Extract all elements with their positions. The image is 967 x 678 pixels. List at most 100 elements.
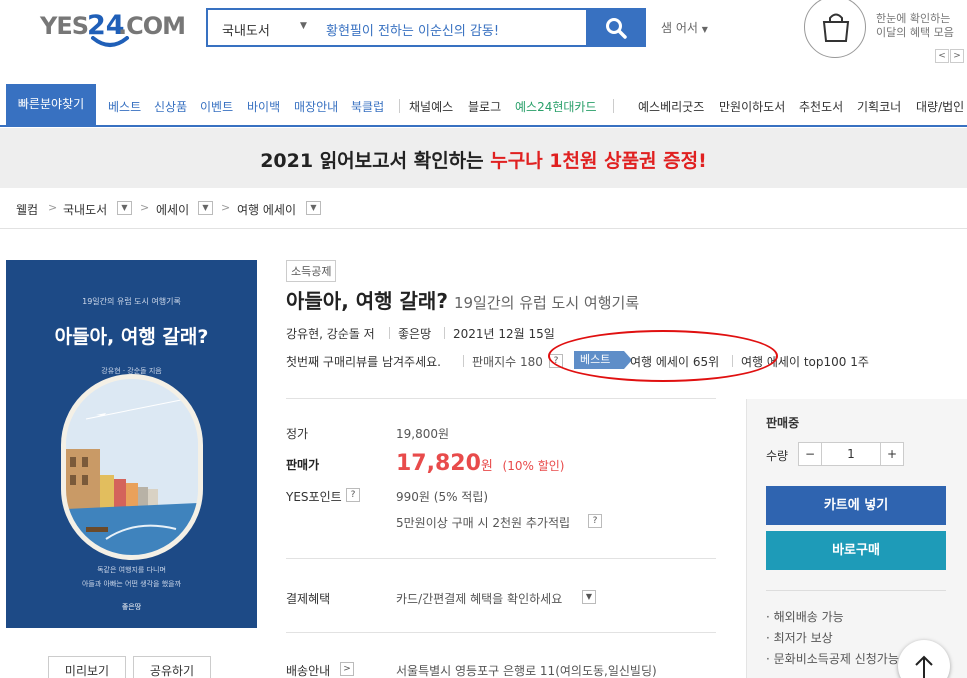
event-banner-text: 2021 읽어보고서 확인하는 누구나 1천원 상품권 증정! bbox=[0, 146, 967, 173]
breadcrumb-dropdown-icon[interactable]: ▼ bbox=[198, 201, 213, 215]
quantity-label: 수량 bbox=[766, 449, 789, 463]
quantity-plus-button[interactable]: + bbox=[880, 442, 904, 466]
write-review-link[interactable]: 첫번째 구매리뷰를 남겨주세요. bbox=[286, 353, 441, 370]
promo-next-button[interactable]: > bbox=[950, 49, 964, 63]
chevron-down-icon: ▼ bbox=[701, 25, 708, 34]
points-value: 990원 (5% 적립) bbox=[396, 490, 489, 504]
banner-text-red: 누구나 1천원 상품권 증정! bbox=[490, 150, 707, 172]
nav-item-hyundai-card[interactable]: 예스24현대카드 bbox=[515, 98, 597, 115]
book-title: 아들아, 여행 갈래? 19일간의 유럽 도시 여행기록 bbox=[286, 285, 639, 314]
buy-now-button[interactable]: 바로구매 bbox=[766, 531, 946, 570]
meta-separator bbox=[444, 327, 445, 339]
venice-illustration-icon bbox=[66, 379, 198, 555]
nav-item-event[interactable]: 이벤트 bbox=[200, 98, 233, 115]
promo-line2: 이달의 혜택 모음 bbox=[876, 26, 954, 39]
nav-item-best[interactable]: 베스트 bbox=[108, 98, 141, 115]
book-subtitle: 19일간의 유럽 도시 여행기록 bbox=[453, 294, 640, 312]
nav-separator bbox=[613, 99, 614, 113]
sam-menu[interactable]: 샘 어서 ▼ bbox=[661, 19, 708, 36]
sale-price-unit: 원 bbox=[480, 459, 493, 474]
payment-benefit-dropdown-icon[interactable]: ▼ bbox=[582, 590, 596, 604]
breadcrumb-domestic[interactable]: 국내도서 bbox=[63, 201, 107, 218]
author-link[interactable]: 강유현, 강순돌 저 bbox=[286, 325, 375, 342]
quick-category-button[interactable]: 빠른분야찾기 bbox=[6, 84, 96, 127]
meta-separator bbox=[463, 355, 464, 367]
panel-divider bbox=[766, 590, 946, 591]
breadcrumb-chevron-icon: > bbox=[48, 201, 58, 214]
publisher-link[interactable]: 좋은땅 bbox=[398, 325, 431, 342]
breadcrumb-chevron-icon: > bbox=[140, 201, 150, 214]
search-category-arrow-icon[interactable]: ▼ bbox=[300, 21, 307, 31]
share-button[interactable]: 공유하기 bbox=[133, 656, 211, 678]
sale-price-label: 판매가 bbox=[286, 458, 320, 472]
sam-menu-label: 샘 어서 bbox=[661, 21, 698, 35]
book-title-text: 아들아, 여행 갈래? bbox=[286, 289, 448, 313]
nav-item-bulk[interactable]: 대량/법인 bbox=[916, 98, 964, 115]
search-input[interactable]: 황현필이 전하는 이순신의 감동! bbox=[326, 20, 499, 39]
breadcrumb-travel-essay[interactable]: 여행 에세이 bbox=[237, 201, 296, 218]
nav-item-bookclub[interactable]: 북클럽 bbox=[351, 98, 384, 115]
shopping-bag-icon bbox=[822, 13, 850, 42]
payment-benefit-value: 카드/간편결제 혜택을 확인하세요 bbox=[396, 592, 563, 606]
shipping-label: 배송안내 bbox=[286, 664, 331, 678]
banner-text-black: 2021 읽어보고서 확인하는 bbox=[260, 150, 491, 172]
breadcrumb-chevron-icon: > bbox=[221, 201, 231, 214]
publish-date: 2021년 12월 15일 bbox=[453, 327, 555, 341]
yes24-logo[interactable]: YES 24 .COM bbox=[40, 6, 186, 50]
nav-item-recommended[interactable]: 추천도서 bbox=[799, 98, 843, 115]
benefit-bag-link[interactable] bbox=[804, 0, 866, 58]
shipping-address: 서울특별시 영등포구 은행로 11(여의도동,일신빌딩) bbox=[396, 664, 657, 678]
sale-price-value: 17,820 bbox=[396, 451, 481, 476]
nav-item-buyback[interactable]: 바이백 bbox=[247, 98, 280, 115]
nav-item-planning[interactable]: 기획코너 bbox=[857, 98, 901, 115]
breadcrumb-divider bbox=[0, 228, 967, 229]
sale-discount: (10% 할인) bbox=[502, 459, 565, 473]
logo-yes: YES bbox=[40, 12, 89, 40]
nav-item-channel-yes[interactable]: 채널예스 bbox=[409, 98, 453, 115]
quantity-input[interactable]: 1 bbox=[821, 442, 881, 466]
search-button[interactable] bbox=[586, 8, 646, 47]
extra-points-help-icon[interactable]: ? bbox=[588, 514, 602, 528]
event-banner[interactable]: 2021 읽어보고서 확인하는 누구나 1천원 상품권 증정! bbox=[0, 128, 967, 188]
preview-button[interactable]: 미리보기 bbox=[48, 656, 126, 678]
nav-underline bbox=[0, 125, 967, 127]
arrow-up-icon bbox=[915, 655, 933, 678]
list-price-label: 정가 bbox=[286, 427, 309, 441]
search-category-select[interactable]: 국내도서 bbox=[222, 20, 270, 39]
cover-top-text: 19일간의 유럽 도시 여행기록 bbox=[82, 297, 181, 306]
search-icon bbox=[606, 18, 627, 39]
breadcrumb-dropdown-icon[interactable]: ▼ bbox=[117, 201, 132, 215]
section-divider bbox=[286, 398, 716, 399]
nav-separator bbox=[399, 99, 400, 113]
cover-bottom-text: 독같은 여행지를 다니며 아들과 아빠는 어떤 생각을 했을까 bbox=[6, 563, 257, 591]
points-help-icon[interactable]: ? bbox=[346, 488, 360, 502]
search-box: 국내도서 ▼ 황현필이 전하는 이순신의 감동! bbox=[206, 8, 586, 47]
nav-item-new[interactable]: 신상품 bbox=[154, 98, 187, 115]
nav-item-store[interactable]: 매장안내 bbox=[294, 98, 338, 115]
nav-item-under-10000[interactable]: 만원이하도서 bbox=[719, 98, 785, 115]
section-divider bbox=[286, 632, 716, 633]
book-cover-image[interactable]: 19일간의 유럽 도시 여행기록 아들아, 여행 갈래? 강유현 · 강순돌 지… bbox=[6, 260, 257, 628]
list-price-value: 19,800원 bbox=[396, 427, 450, 441]
breadcrumb-home[interactable]: 웰컴 bbox=[16, 201, 38, 218]
breadcrumb-essay[interactable]: 에세이 bbox=[156, 201, 189, 218]
breadcrumb-dropdown-icon[interactable]: ▼ bbox=[306, 201, 321, 215]
cover-bottom-line1: 독같은 여행지를 다니며 bbox=[97, 566, 166, 574]
sale-status: 판매중 bbox=[766, 416, 800, 430]
cover-illustration bbox=[61, 374, 203, 560]
cover-authors: 강유현 · 강순돌 지음 bbox=[101, 367, 162, 375]
sales-index: 판매지수 180 bbox=[472, 355, 543, 369]
benefit-promo-text[interactable]: 한눈에 확인하는 이달의 혜택 모음 bbox=[876, 12, 954, 40]
promo-line1: 한눈에 확인하는 bbox=[876, 12, 951, 25]
panel-note-overseas: · 해외배송 가능 bbox=[766, 610, 844, 624]
quantity-minus-button[interactable]: − bbox=[798, 442, 822, 466]
cover-bottom-line2: 아들과 아빠는 어떤 생각을 했을까 bbox=[81, 580, 182, 588]
payment-benefit-label: 결제혜택 bbox=[286, 592, 331, 606]
nav-item-blog[interactable]: 블로그 bbox=[468, 98, 501, 115]
cover-publisher: 좋은땅 bbox=[121, 603, 142, 611]
promo-prev-button[interactable]: < bbox=[935, 49, 949, 63]
points-label: YES포인트 bbox=[286, 490, 342, 504]
add-to-cart-button[interactable]: 카트에 넣기 bbox=[766, 486, 946, 525]
shipping-chevron-right-icon[interactable]: > bbox=[340, 662, 354, 676]
nav-item-goods[interactable]: 예스베리굿즈 bbox=[638, 98, 704, 115]
